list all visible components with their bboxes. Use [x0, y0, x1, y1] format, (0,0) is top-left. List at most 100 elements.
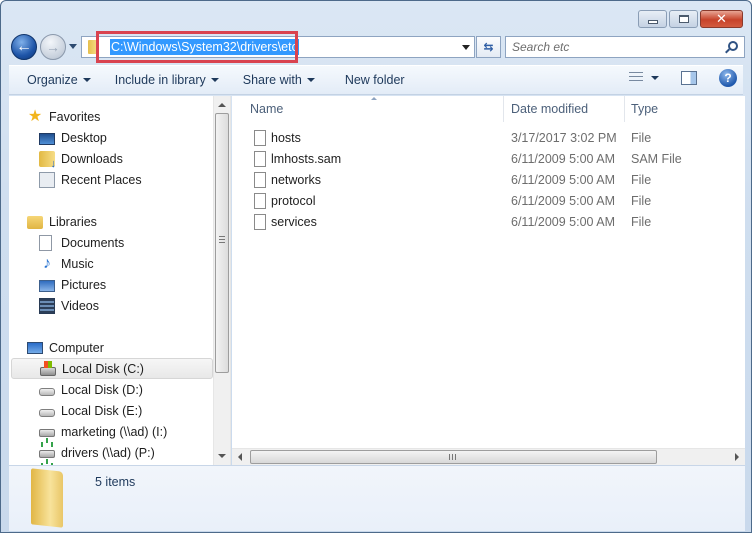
folder-icon: [88, 40, 98, 54]
column-header-date-modified[interactable]: Date modified: [511, 102, 588, 116]
file-icon: [254, 151, 266, 167]
views-dropdown-icon[interactable]: [651, 76, 659, 80]
file-row[interactable]: services 6/11/2009 5:00 AM File: [232, 212, 712, 233]
documents-icon: [39, 234, 52, 251]
back-arrow-icon: ←: [16, 38, 32, 55]
tree-item-pictures[interactable]: Pictures: [39, 274, 106, 295]
include-in-library-label: Include in library: [114, 73, 206, 87]
preview-pane-icon[interactable]: [681, 71, 697, 85]
refresh-icon: ⇆: [483, 40, 494, 54]
tree-label: Favorites: [49, 109, 101, 124]
tree-item-documents[interactable]: Documents: [39, 232, 124, 253]
caption-buttons: ✕: [638, 10, 743, 28]
chevron-down-icon: [306, 78, 315, 82]
file-row[interactable]: hosts 3/17/2017 3:02 PM File: [232, 128, 712, 149]
horizontal-scrollbar[interactable]: [232, 448, 745, 465]
include-in-library-button[interactable]: Include in library: [107, 68, 227, 92]
navigation-bar: ← → C:\Windows\System32\drivers\etc ⇆ Se…: [9, 31, 745, 63]
tree-label: Desktop: [61, 130, 107, 145]
recent-pages-dropdown[interactable]: [69, 44, 77, 49]
tree-item-local-disk-e[interactable]: Local Disk (E:): [39, 400, 142, 421]
tree-item-desktop[interactable]: Desktop: [39, 127, 107, 148]
close-button[interactable]: ✕: [700, 10, 743, 28]
scrollbar-thumb[interactable]: [250, 450, 657, 464]
navigation-scrollbar[interactable]: [213, 96, 230, 465]
organize-label: Organize: [27, 73, 78, 87]
new-folder-button[interactable]: New folder: [337, 68, 413, 92]
tree-favorites[interactable]: ★ Favorites: [27, 106, 101, 127]
scrollbar-thumb[interactable]: [215, 113, 229, 373]
close-icon: ✕: [716, 11, 727, 26]
tree-label: Libraries: [49, 214, 97, 229]
navigation-tree: ★ Favorites Desktop Downloads Recent Pla…: [9, 96, 214, 465]
videos-icon: [39, 297, 55, 314]
file-icon: [254, 193, 266, 209]
back-button[interactable]: ←: [11, 34, 37, 60]
scroll-down-icon[interactable]: [218, 454, 226, 458]
file-icon: [254, 214, 266, 230]
network-drive-icon: [39, 449, 55, 464]
chevron-down-icon: [210, 78, 219, 82]
tree-label: Local Disk (D:): [61, 382, 143, 397]
address-dropdown-button[interactable]: [462, 45, 470, 50]
search-icon[interactable]: [728, 41, 738, 51]
tree-item-marketing-drive[interactable]: marketing (\\ad) (I:): [39, 421, 167, 443]
scroll-left-icon[interactable]: [238, 453, 242, 461]
tree-label: Recent Places: [61, 172, 142, 187]
search-placeholder: Search etc: [512, 40, 570, 54]
tree-item-local-disk-c[interactable]: Local Disk (C:): [11, 358, 213, 379]
explorer-window: ✕ ← → C:\Windows\System32\drivers\etc ⇆ …: [0, 0, 752, 533]
file-type: File: [631, 173, 652, 187]
item-count: 5 items: [95, 475, 136, 489]
navigation-pane: ★ Favorites Desktop Downloads Recent Pla…: [9, 96, 231, 465]
forward-button[interactable]: →: [40, 34, 66, 60]
tree-item-downloads[interactable]: Downloads: [39, 148, 123, 170]
scroll-up-icon[interactable]: [218, 103, 226, 107]
minimize-icon: [647, 19, 658, 24]
file-name: hosts: [271, 131, 301, 145]
libraries-icon: [27, 216, 43, 229]
file-row[interactable]: networks 6/11/2009 5:00 AM File: [232, 170, 712, 191]
new-folder-label: New folder: [344, 73, 405, 87]
file-name: protocol: [271, 194, 316, 208]
column-divider[interactable]: [624, 96, 625, 122]
views-icon[interactable]: [629, 72, 643, 84]
folder-icon: [31, 468, 63, 528]
forward-arrow-icon: →: [46, 39, 60, 55]
column-header-name[interactable]: Name: [250, 102, 283, 116]
share-with-button[interactable]: Share with: [235, 68, 323, 92]
share-with-label: Share with: [242, 73, 302, 87]
address-path[interactable]: C:\Windows\System32\drivers\etc: [110, 39, 299, 55]
organize-button[interactable]: Organize: [19, 68, 99, 92]
file-row[interactable]: protocol 6/11/2009 5:00 AM File: [232, 191, 712, 212]
column-divider[interactable]: [503, 96, 504, 122]
search-input[interactable]: Search etc: [505, 36, 745, 58]
file-row[interactable]: lmhosts.sam 6/11/2009 5:00 AM SAM File: [232, 149, 712, 170]
details-pane: 5 items: [9, 465, 745, 531]
tree-item-recent-places[interactable]: Recent Places: [39, 169, 142, 190]
tree-computer[interactable]: Computer: [27, 337, 104, 358]
scroll-right-icon[interactable]: [735, 453, 739, 461]
file-date: 3/17/2017 3:02 PM: [511, 131, 617, 145]
file-list-pane: Name Date modified Type hosts 3/17/2017 …: [232, 96, 745, 465]
minimize-button[interactable]: [638, 10, 667, 28]
system-disk-icon: [40, 361, 56, 376]
command-bar: Organize Include in library Share with N…: [9, 65, 743, 95]
tree-item-videos[interactable]: Videos: [39, 295, 99, 316]
file-date: 6/11/2009 5:00 AM: [511, 194, 616, 208]
file-icon: [254, 130, 266, 146]
address-bar[interactable]: C:\Windows\System32\drivers\etc: [81, 31, 475, 63]
file-icon: [254, 172, 266, 188]
tree-libraries[interactable]: Libraries: [27, 211, 97, 232]
help-icon[interactable]: ?: [719, 69, 737, 87]
tree-item-drivers-drive[interactable]: drivers (\\ad) (P:): [39, 442, 155, 464]
maximize-button[interactable]: [669, 10, 698, 28]
column-header-type[interactable]: Type: [631, 102, 658, 116]
file-type: SAM File: [631, 152, 682, 166]
refresh-button[interactable]: ⇆: [476, 36, 501, 58]
tree-item-music[interactable]: ♪ Music: [39, 253, 94, 274]
computer-icon: [27, 342, 43, 354]
sort-ascending-icon: [371, 97, 377, 100]
tree-item-local-disk-d[interactable]: Local Disk (D:): [39, 379, 143, 400]
file-date: 6/11/2009 5:00 AM: [511, 215, 616, 229]
